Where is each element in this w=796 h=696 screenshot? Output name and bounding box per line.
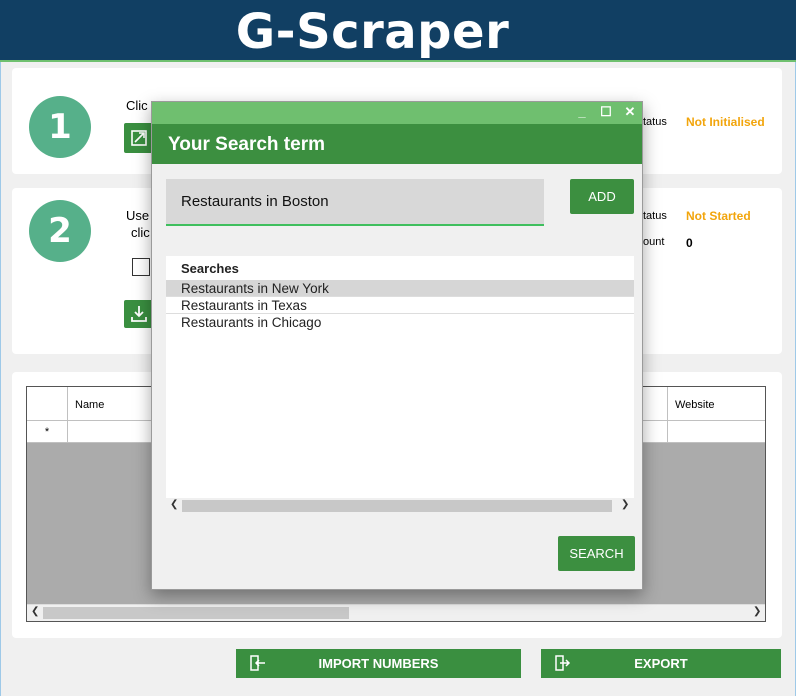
search-term-field[interactable]: [166, 179, 544, 226]
export-icon: [555, 655, 571, 671]
download-button[interactable]: [124, 300, 154, 328]
open-browser-button[interactable]: [124, 123, 154, 153]
grid-corner-cell[interactable]: [27, 387, 68, 421]
scroll-right-icon[interactable]: ❯: [753, 606, 761, 617]
import-numbers-label: IMPORT NUMBERS: [318, 656, 439, 671]
maximize-icon[interactable]: ☐: [599, 104, 613, 120]
import-numbers-button[interactable]: IMPORT NUMBERS: [236, 649, 521, 678]
new-row-marker: *: [27, 421, 68, 443]
dialog-header: Your Search term: [152, 124, 642, 164]
list-item[interactable]: Restaurants in New York: [166, 280, 634, 297]
step-2-count-value: 0: [686, 236, 693, 250]
scroll-left-icon[interactable]: ❮: [31, 606, 39, 617]
dialog-title: Your Search term: [168, 134, 325, 155]
step-2-badge: 2: [29, 200, 91, 262]
grid-horizontal-scrollbar[interactable]: ❮ ❯: [27, 604, 765, 621]
searches-list[interactable]: Searches Restaurants in New York Restaur…: [166, 256, 634, 514]
column-header-name[interactable]: Name: [75, 399, 104, 411]
app-title: G-Scraper: [235, 4, 510, 60]
step-2-status-label: tatus: [643, 210, 667, 222]
step-2-instruction-line-2: clic: [131, 225, 150, 240]
step-1-badge: 1: [29, 96, 91, 158]
column-header-website[interactable]: Website: [675, 399, 715, 411]
search-term-dialog: _ ☐ ✕ Your Search term ADD Searches Rest…: [151, 101, 643, 590]
import-icon: [250, 655, 265, 671]
scroll-left-icon[interactable]: ❮: [170, 499, 178, 510]
add-button[interactable]: ADD: [570, 179, 634, 214]
list-item[interactable]: Restaurants in Chicago: [166, 314, 634, 331]
app-header: G-Scraper: [0, 0, 796, 62]
export-button[interactable]: EXPORT: [541, 649, 781, 678]
open-external-icon: [131, 130, 147, 146]
close-icon[interactable]: ✕: [623, 104, 637, 120]
step-1-instruction: Clic: [126, 98, 148, 113]
search-term-input[interactable]: [166, 179, 542, 224]
searches-list-header: Searches: [181, 261, 239, 276]
scrollbar-thumb[interactable]: [43, 607, 349, 619]
dialog-titlebar[interactable]: _ ☐ ✕: [152, 102, 642, 124]
step-2-count-label: ount: [643, 236, 665, 248]
list-item[interactable]: Restaurants in Texas: [166, 297, 634, 314]
minimize-icon[interactable]: _: [575, 104, 589, 120]
step-1-status-value: Not Initialised: [686, 115, 765, 129]
step-2-instruction-line-1: Use: [126, 208, 150, 223]
search-button[interactable]: SEARCH: [558, 536, 635, 571]
step-2-checkbox[interactable]: [132, 258, 150, 276]
scroll-right-icon[interactable]: ❯: [621, 499, 629, 510]
step-1-status-label: tatus: [643, 116, 667, 128]
scrollbar-thumb[interactable]: [182, 500, 612, 512]
export-label: EXPORT: [634, 656, 688, 671]
list-horizontal-scrollbar[interactable]: ❮ ❯: [166, 498, 634, 514]
download-icon: [131, 306, 147, 322]
column-divider: [667, 387, 668, 443]
step-2-status-value: Not Started: [686, 209, 751, 223]
